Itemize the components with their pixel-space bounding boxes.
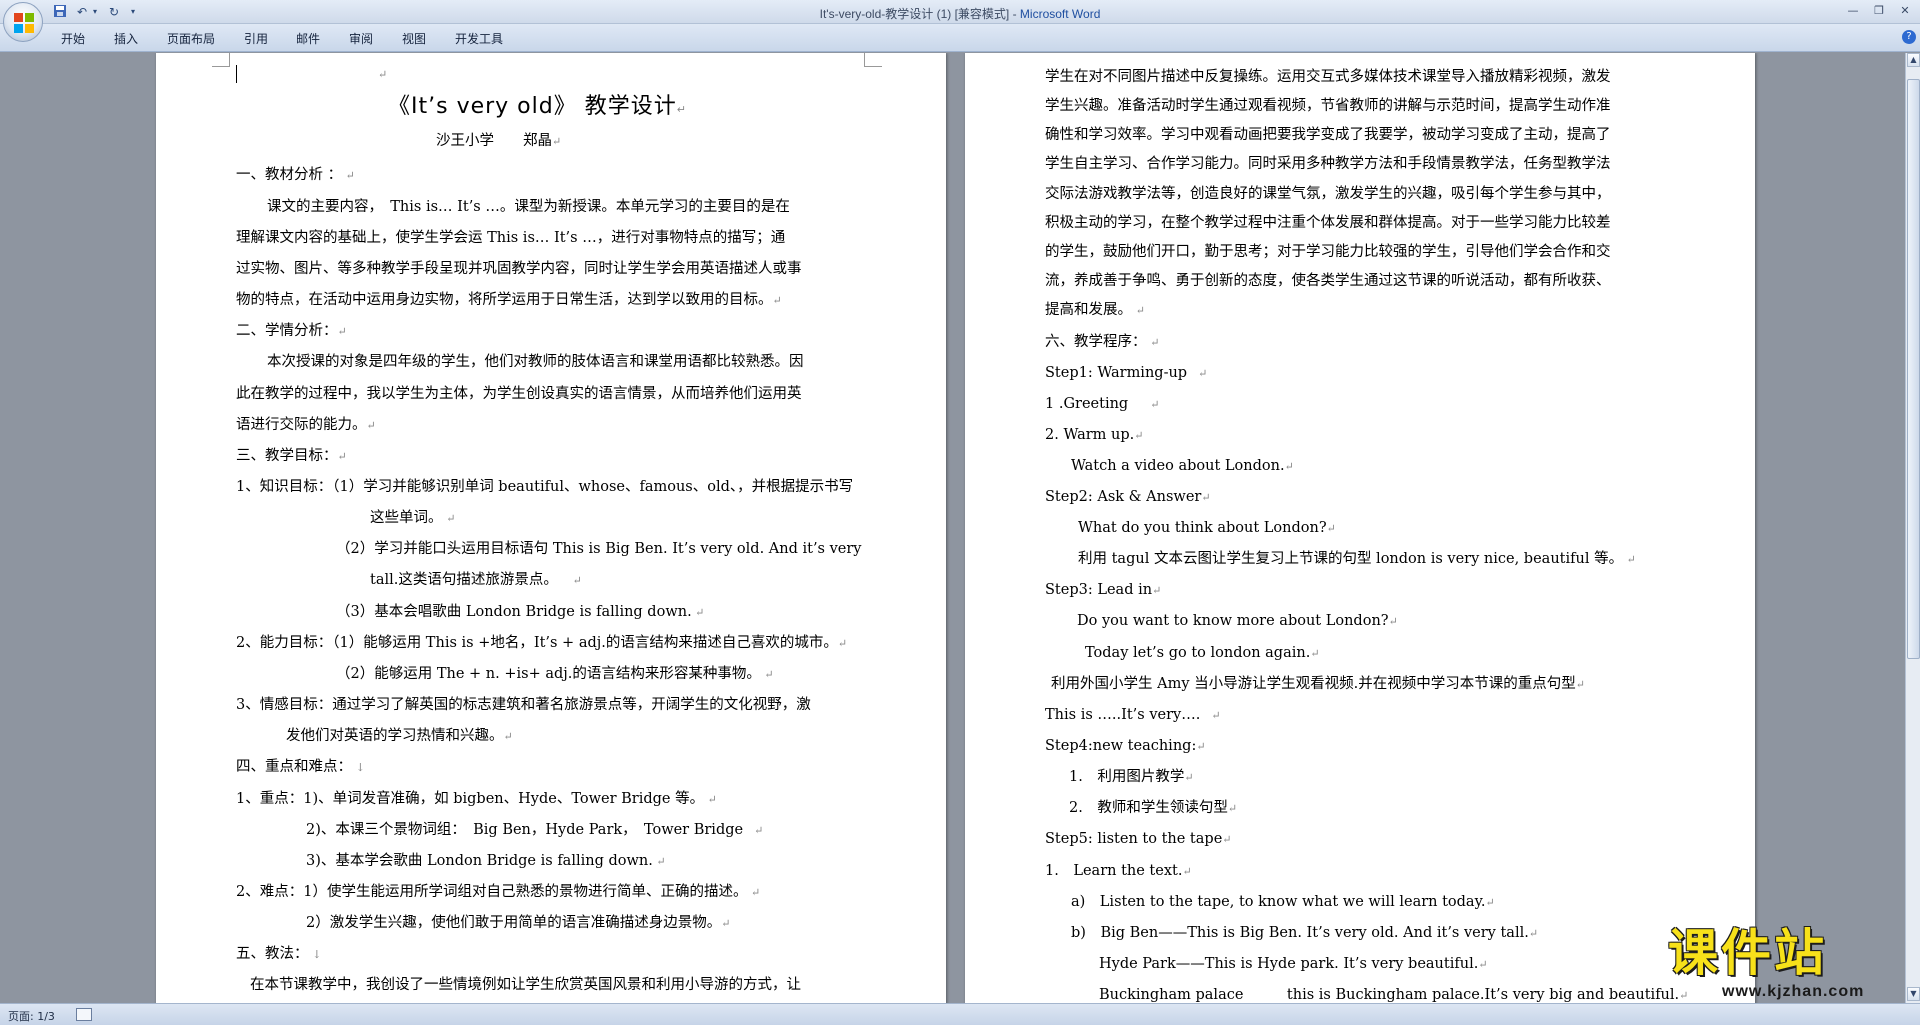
tab-review[interactable]: 审阅 xyxy=(349,30,373,47)
paragraph-line: 本次授课的对象是四年级的学生，他们对教师的肢体语言和课堂用语都比较熟悉。因 xyxy=(267,354,804,370)
step-line: 2. Warm up.↵ xyxy=(1045,427,1144,443)
document-author: 沙王小学 郑晶↵ xyxy=(436,133,562,149)
paragraph-line: 在本节课教学中，我创设了一些情境例如让学生欣赏英国风景和利用小导游的方式，让 xyxy=(250,977,801,993)
tab-developer[interactable]: 开发工具 xyxy=(455,30,503,47)
list-item: tall.这类语句描述旅游景点。 ↵ xyxy=(370,572,582,588)
paragraph-line: 学生兴趣。准备活动时学生通过观看视频，节省教师的讲解与示范时间，提高学生动作准 xyxy=(1045,98,1611,114)
scroll-thumb[interactable] xyxy=(1907,79,1920,659)
tab-insert[interactable]: 插入 xyxy=(114,30,138,47)
window-document-title: It's-very-old-教学设计 (1) [兼容模式] - xyxy=(819,7,1020,21)
step-line: What do you think about London?↵ xyxy=(1078,520,1336,536)
close-icon[interactable]: ✕ xyxy=(1894,2,1916,20)
step-line: 1 .Greeting ↵ xyxy=(1045,396,1160,412)
heading-4: 四、重点和难点： ↓ xyxy=(236,759,365,775)
list-item: 2、能力目标：（1）能够运用 This is +地名，It’s + adj.的语… xyxy=(236,635,848,651)
list-item: 这些单词。 ↵ xyxy=(370,510,456,526)
list-item: b) Big Ben——This is Big Ben. It’s very o… xyxy=(1071,925,1539,941)
heading-3: 三、教学目标：↵ xyxy=(236,448,347,464)
vertical-scrollbar[interactable]: ▲ ▼ xyxy=(1905,53,1920,1003)
tab-mailings[interactable]: 邮件 xyxy=(296,30,320,47)
status-bar: 页面: 1/3 xyxy=(0,1003,1920,1025)
paragraph-line: 课文的主要内容， This is… It’s …。课型为新授课。本单元学习的主要… xyxy=(267,199,790,215)
site-watermark: 课件站 www.kjzhan.com xyxy=(1668,925,1918,1003)
list-item: （2）能够运用 The + n. +is+ adj.的语言结构来形容某种事物。 … xyxy=(336,666,774,682)
step-line: Step2: Ask & Answer↵ xyxy=(1045,489,1211,505)
list-item: Buckingham palace this is Buckingham pal… xyxy=(1099,987,1689,1003)
paragraph-line: 语进行交际的能力。↵ xyxy=(236,417,376,433)
list-item: 1. Learn the text.↵ xyxy=(1045,863,1192,879)
list-item: 发他们对英语的学习热情和兴趣。↵ xyxy=(286,728,513,744)
paragraph-line: 物的特点，在活动中运用身边实物，将所学运用于日常生活，达到学以致用的目标。↵ xyxy=(236,292,782,308)
list-item: （3）基本会唱歌曲 London Bridge is falling down.… xyxy=(336,604,705,620)
heading-5: 五、教法： ↓ xyxy=(236,946,322,962)
step-line: 利用外国小学生 Amy 当小导游让学生观看视频.并在视频中学习本节课的重点句型↵ xyxy=(1051,676,1585,692)
paragraph-line: 流，养成善于争鸣、勇于创新的态度，使各类学生通过这节课的听说活动，都有所收获、 xyxy=(1045,273,1611,289)
paragraph-line: 积极主动的学习，在整个教学过程中注重个体发展和群体提高。对于一些学习能力比较差 xyxy=(1045,215,1611,231)
step-line: Do you want to know more about London?↵ xyxy=(1077,613,1398,629)
crop-mark xyxy=(864,53,882,67)
scroll-up-icon[interactable]: ▲ xyxy=(1907,53,1920,67)
paragraph-line: 学生在对不同图片描述中反复操练。运用交互式多媒体技术课堂导入播放精彩视频，激发 xyxy=(1045,69,1611,85)
step-line: Today let’s go to london again.↵ xyxy=(1085,645,1320,661)
text-cursor xyxy=(236,65,237,83)
document-page-1[interactable]: ↵ 《It’s very old》 教学设计↵ 沙王小学 郑晶↵ 一、教材分析 … xyxy=(156,53,946,1003)
list-item: （2）学习并能口头运用目标语句 This is Big Ben. It’s ve… xyxy=(336,541,862,557)
list-item: a) Listen to the tape, to know what we w… xyxy=(1071,894,1495,910)
step-line: This is …..It’s very…. ↵ xyxy=(1045,707,1221,723)
list-item: 3、情感目标：通过学习了解英国的标志建筑和著名旅游景点等，开阔学生的文化视野，激 xyxy=(236,697,811,713)
list-item: 1. 利用图片教学↵ xyxy=(1069,769,1194,785)
paragraph-line: 学生自主学习、合作学习能力。同时采用多种教学方法和手段情景教学法，任务型教学法 xyxy=(1045,156,1611,172)
step-line: Step1: Warming-up ↵ xyxy=(1045,365,1208,381)
document-workspace[interactable]: ↵ 《It’s very old》 教学设计↵ 沙王小学 郑晶↵ 一、教材分析 … xyxy=(0,53,1905,1003)
paragraph-line: 的学生，鼓励他们开口，勤于思考；对于学习能力比较强的学生，引导他们学会合作和交 xyxy=(1045,244,1611,260)
help-icon[interactable]: ? xyxy=(1902,30,1916,44)
tab-page-layout[interactable]: 页面布局 xyxy=(167,30,215,47)
tab-view[interactable]: 视图 xyxy=(402,30,426,47)
list-item: 1、重点：1)、单词发音准确，如 bigben、Hyde、Tower Bridg… xyxy=(236,791,717,807)
paragraph-line: 交际法游戏教学法等，创造良好的课堂气氛，激发学生的兴趣，吸引每个学生参与其中， xyxy=(1045,186,1611,202)
paragraph-line: 此在教学的过程中，我以学生为主体，为学生创设真实的语言情景，从而培养他们运用英 xyxy=(236,386,802,402)
step-line: Watch a video about London.↵ xyxy=(1071,458,1294,474)
list-item: 2)、本课三个景物词组： Big Ben，Hyde Park， Tower Br… xyxy=(306,822,764,838)
heading-6: 六、教学程序： ↵ xyxy=(1045,334,1160,350)
window-app-name: Microsoft Word xyxy=(1019,7,1101,21)
heading-1: 一、教材分析 ： ↵ xyxy=(236,167,355,183)
step-line: Step4:new teaching:↵ xyxy=(1045,738,1206,754)
crop-mark xyxy=(212,53,230,67)
proofing-icon[interactable] xyxy=(76,1008,92,1021)
restore-icon[interactable]: ❐ xyxy=(1868,2,1890,20)
list-item: 1、知识目标：（1）学习并能够识别单词 beautiful、whose、famo… xyxy=(236,479,854,495)
step-line: Step3: Lead in↵ xyxy=(1045,582,1162,598)
paragraph-line: 过实物、图片、等多种教学手段呈现并巩固教学内容，同时让学生学会用英语描述人或事 xyxy=(236,261,802,277)
watermark-url: www.kjzhan.com xyxy=(1722,983,1865,1000)
list-item: 2）激发学生兴趣，使他们敢于用简单的语言准确描述身边景物。↵ xyxy=(306,915,731,931)
document-title: 《It’s very old》 教学设计↵ xyxy=(388,94,687,119)
watermark-brand: 课件站 xyxy=(1668,924,1827,982)
tab-references[interactable]: 引用 xyxy=(244,30,268,47)
title-bar: ↶ ▾ ↻ ▾ It's-very-old-教学设计 (1) [兼容模式] - … xyxy=(0,0,1920,42)
paragraph-mark: ↵ xyxy=(378,68,388,81)
list-item: 3)、基本学会歌曲 London Bridge is falling down.… xyxy=(306,853,666,869)
ribbon-tabs: 开始 插入 页面布局 引用 邮件 审阅 视图 开发工具 ? xyxy=(0,24,1920,52)
page-count-status[interactable]: 页面: 1/3 xyxy=(8,1008,55,1024)
window-title: It's-very-old-教学设计 (1) [兼容模式] - Microsof… xyxy=(0,5,1920,22)
minimize-icon[interactable]: — xyxy=(1842,2,1864,20)
step-line: 利用 tagul 文本云图让学生复习上节课的句型 london is very … xyxy=(1078,551,1636,567)
document-page-2[interactable]: 学生在对不同图片描述中反复操练。运用交互式多媒体技术课堂导入播放精彩视频，激发 … xyxy=(965,53,1755,1003)
list-item: 2. 教师和学生领读句型↵ xyxy=(1069,800,1238,816)
list-item: Hyde Park——This is Hyde park. It’s very … xyxy=(1099,956,1488,972)
office-logo-icon xyxy=(14,13,34,33)
tab-home[interactable]: 开始 xyxy=(61,30,85,47)
paragraph-line: 理解课文内容的基础上，使学生学会运 This is… It’s …，进行对事物特… xyxy=(236,230,786,246)
list-item: 2、难点：1）使学生能运用所学词组对自己熟悉的景物进行简单、正确的描述。 ↵ xyxy=(236,884,761,900)
step-line: Step5: listen to the tape↵ xyxy=(1045,831,1232,847)
paragraph-line: 提高和发展。 ↵ xyxy=(1045,302,1145,318)
office-button[interactable] xyxy=(3,2,43,42)
paragraph-line: 确性和学习效率。学习中观看动画把要我学变成了我要学，被动学习变成了主动，提高了 xyxy=(1045,127,1611,143)
heading-2: 二、学情分析：↵ xyxy=(236,323,347,339)
